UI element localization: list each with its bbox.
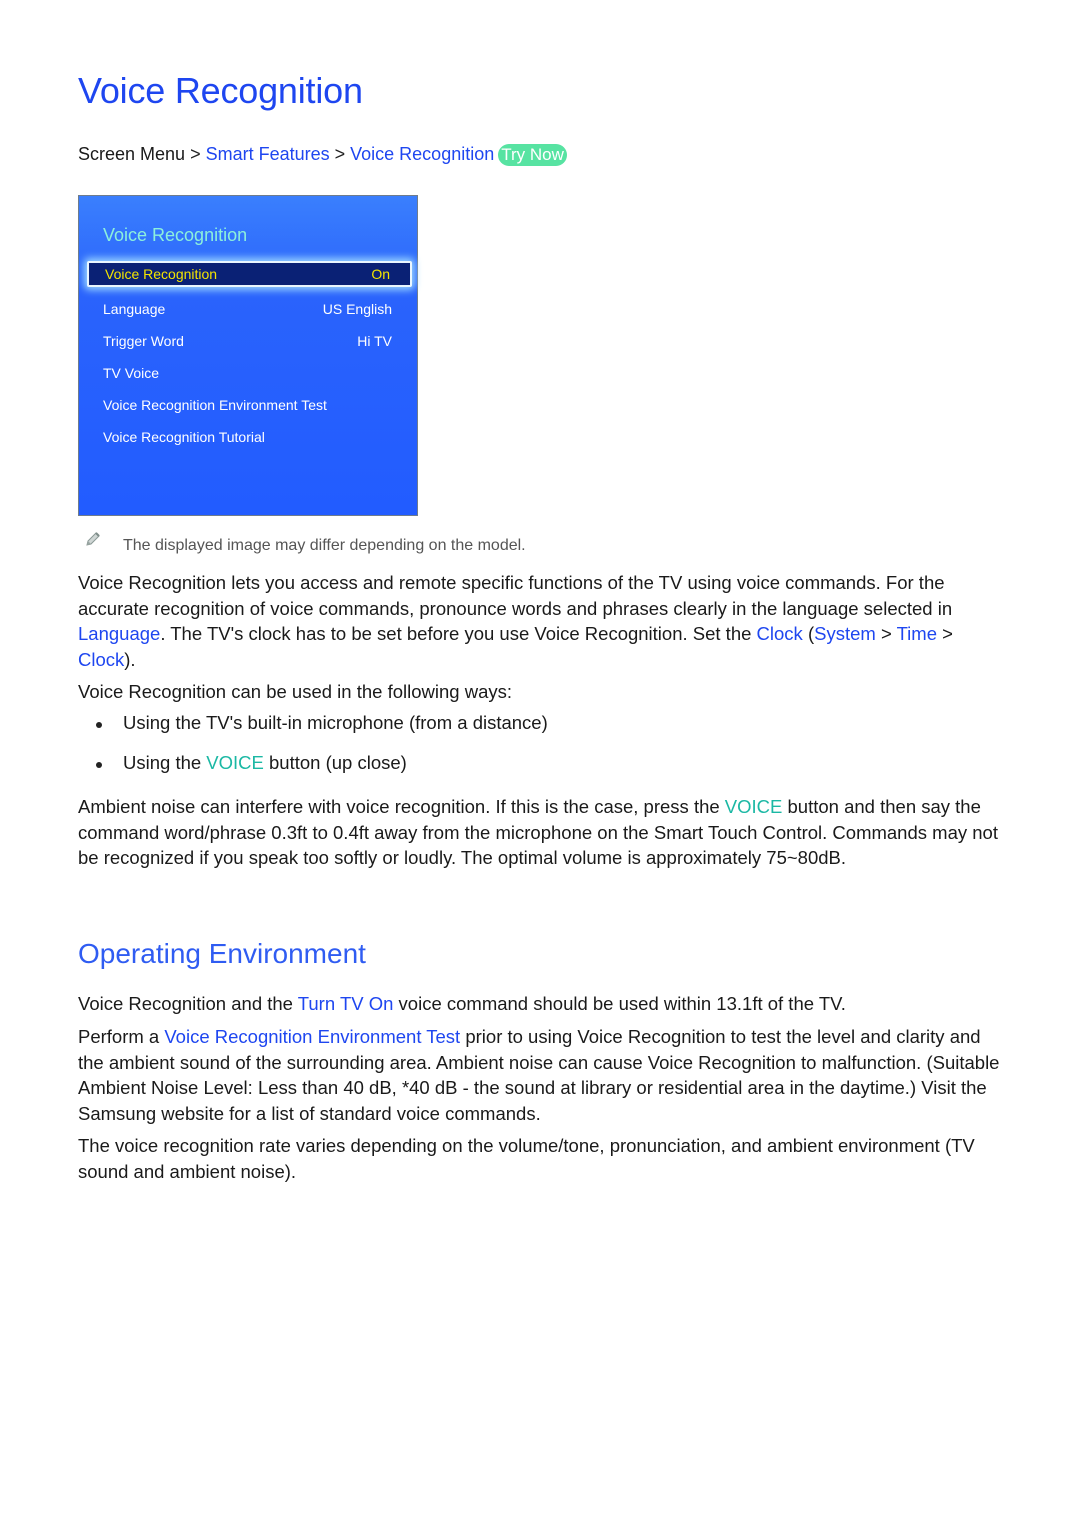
link-environment-test[interactable]: Voice Recognition Environment Test [164, 1026, 460, 1047]
link-system[interactable]: System [814, 623, 876, 644]
tv-menu-item-value: Hi TV [357, 333, 392, 349]
text: Voice Recognition and the [78, 993, 298, 1014]
operating-paragraph-3: The voice recognition rate varies depend… [78, 1135, 975, 1182]
link-time[interactable]: Time [897, 623, 937, 644]
tv-menu-item-trigger-word: Trigger Word Hi TV [103, 328, 392, 354]
text: Perform a [78, 1026, 165, 1047]
tv-menu-screenshot: Voice Recognition Voice Recognition On L… [78, 195, 418, 516]
tv-menu-item-label: Trigger Word [103, 333, 184, 349]
tv-menu-item-tv-voice: TV Voice [103, 360, 392, 386]
voice-key: VOICE [206, 752, 264, 773]
try-now-button[interactable]: Try Now [498, 144, 567, 166]
tv-menu-item-voice-recognition: Voice Recognition On [87, 261, 412, 287]
intro-paragraph: Voice Recognition lets you access and re… [78, 570, 1008, 672]
list-item-text: Using the TV's built-in microphone (from… [123, 712, 548, 733]
bullet-icon [96, 722, 102, 728]
breadcrumb: Screen Menu > Smart Features > Voice Recogni… [78, 144, 567, 166]
text: voice command should be used within 13.1… [393, 993, 846, 1014]
section-heading-operating-environment: Operating Environment [78, 938, 366, 969]
link-clock-2[interactable]: Clock [78, 649, 124, 670]
text: Using the [123, 752, 207, 773]
text: Ambient noise can interfere with voice r… [78, 796, 725, 817]
tv-menu-item-label: Language [103, 301, 166, 317]
chevron-right-icon: > [937, 623, 953, 644]
link-clock[interactable]: Clock [757, 623, 803, 644]
tv-menu-title: Voice Recognition [103, 225, 248, 245]
text: button (up close) [263, 752, 407, 773]
note-text: The displayed image may differ depending… [123, 537, 526, 554]
ways-lead: Voice Recognition can be used in the fol… [78, 681, 512, 702]
breadcrumb-voice-recognition[interactable]: Voice Recognition [350, 144, 494, 164]
text: . The TV's clock has to be set before yo… [160, 623, 757, 644]
tv-menu-item-tutorial: Voice Recognition Tutorial [103, 424, 392, 450]
tv-menu-item-environment-test: Voice Recognition Environment Test [103, 392, 392, 418]
chevron-right-icon: > [875, 623, 897, 644]
bullet-icon [96, 762, 102, 768]
tv-menu-item-label: Voice Recognition Environment Test [103, 397, 327, 413]
chevron-right-icon: > [334, 144, 346, 164]
tv-menu-item-label: Voice Recognition Tutorial [103, 429, 265, 445]
link-turn-tv-on[interactable]: Turn TV On [298, 993, 394, 1014]
breadcrumb-root: Screen Menu [78, 144, 186, 164]
text: ( [802, 623, 815, 644]
link-language[interactable]: Language [78, 623, 160, 644]
voice-key: VOICE [724, 796, 783, 817]
pencil-icon [86, 532, 100, 546]
tv-menu-item-value: US English [322, 301, 392, 317]
tv-menu-item-language: Language US English [103, 296, 392, 322]
text: ). [124, 648, 136, 670]
list-item-text: Using the VOICE button (up close) [123, 752, 407, 774]
breadcrumb-smart-features[interactable]: Smart Features [206, 144, 330, 164]
ambient-paragraph: Ambient noise can interfere with voice r… [78, 794, 1008, 871]
page-title: Voice Recognition [78, 70, 363, 111]
tv-menu-item-label: TV Voice [103, 365, 160, 381]
operating-paragraph-1: Voice Recognition and the Turn TV On voi… [78, 991, 1008, 1017]
text: Voice Recognition lets you access and re… [78, 572, 953, 619]
tv-menu-item-label: Voice Recognition [105, 266, 218, 282]
chevron-right-icon: > [190, 144, 201, 164]
tv-menu-item-value: On [371, 266, 390, 282]
operating-paragraph-2: Perform a Voice Recognition Environment … [78, 1024, 1008, 1126]
